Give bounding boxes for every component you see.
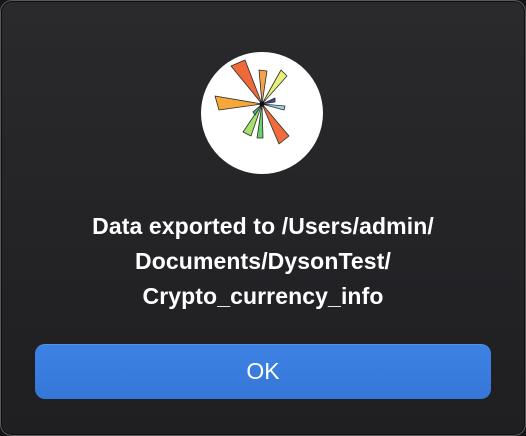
message-line: Data exported to /Users/admin/ bbox=[92, 213, 434, 239]
alert-dialog: Data exported to /Users/admin/ Documents… bbox=[0, 0, 526, 436]
pinwheel-chart-icon bbox=[214, 59, 290, 145]
message-line: Crypto_currency_info bbox=[142, 283, 384, 309]
ok-button[interactable]: OK bbox=[35, 344, 491, 399]
alert-message: Data exported to /Users/admin/ Documents… bbox=[31, 209, 495, 314]
message-line: Documents/DysonTest/ bbox=[135, 248, 391, 274]
app-icon bbox=[201, 52, 323, 174]
